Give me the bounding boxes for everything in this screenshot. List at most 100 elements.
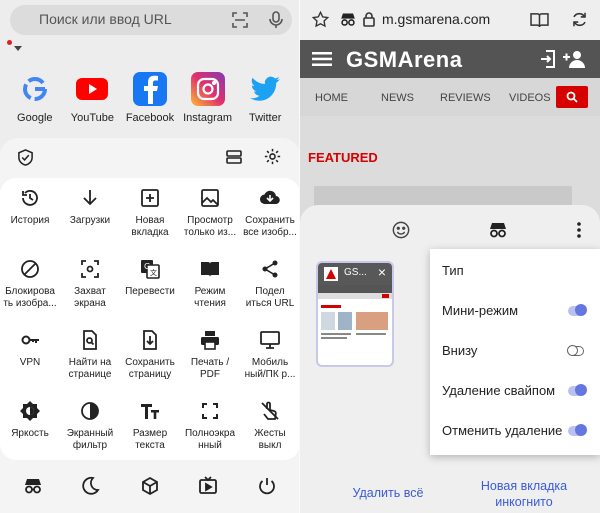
shortcut-label: Twitter: [248, 112, 282, 124]
menu-translate[interactable]: G文 Перевести: [120, 249, 180, 319]
fullscreen-icon: [202, 403, 218, 419]
menu-save-page[interactable]: Сохранить страницу: [120, 320, 180, 390]
print-icon: [201, 331, 219, 350]
hamburger-menu-icon[interactable]: [312, 52, 332, 66]
menu-item-bottom[interactable]: Внизу: [442, 343, 477, 358]
shortcut-facebook[interactable]: Facebook: [121, 72, 179, 124]
featured-heading: FEATURED: [308, 150, 378, 165]
menu-downloads[interactable]: Загрузки: [60, 178, 120, 248]
menu-new-tab[interactable]: Новая вкладка: [120, 178, 180, 248]
menu-screenshot[interactable]: Захват экрана: [60, 249, 120, 319]
login-icon[interactable]: [540, 50, 556, 68]
menu-label: Размер текста: [132, 428, 168, 451]
tabs-layout-icon[interactable]: [226, 149, 242, 165]
menu-desktop-mode[interactable]: Мобиль ный/ПК р...: [240, 320, 300, 390]
menu-bottom-bar: [0, 470, 300, 506]
svg-text:文: 文: [150, 268, 157, 277]
nav-videos[interactable]: VIDEOS: [509, 92, 551, 104]
text-size-icon: [141, 404, 159, 419]
menu-header: [0, 138, 300, 178]
url-text[interactable]: m.gsmarena.com: [382, 11, 490, 27]
new-incognito-tab-button[interactable]: Новая вкладка инкогнито: [464, 478, 584, 510]
media-player-icon[interactable]: [198, 476, 218, 496]
menu-label: Режим чтения: [194, 286, 226, 309]
site-header: GSMArena: [300, 40, 600, 78]
nav-reviews[interactable]: REVIEWS: [440, 92, 491, 104]
undo-delete-toggle[interactable]: [568, 424, 587, 436]
tab-preview: [318, 285, 392, 339]
reader-mode-icon[interactable]: [530, 12, 549, 28]
shortcut-label: YouTube: [70, 112, 114, 124]
caret-down-icon[interactable]: [14, 46, 22, 51]
nav-news[interactable]: NEWS: [381, 92, 414, 104]
lock-icon: [363, 12, 375, 27]
notification-dot: [7, 40, 12, 45]
menu-view-images-only[interactable]: Просмотр только из...: [180, 178, 240, 248]
youtube-icon: [75, 72, 109, 106]
menu-block-images[interactable]: Блокирова ть изобра...: [0, 249, 60, 319]
menu-item-type[interactable]: Тип: [442, 263, 464, 278]
menu-history[interactable]: История: [0, 178, 60, 248]
menu-vpn[interactable]: VPN: [0, 320, 60, 390]
power-icon[interactable]: [257, 476, 277, 496]
incognito-icon[interactable]: [23, 476, 43, 496]
site-search-button[interactable]: [556, 86, 588, 108]
star-icon[interactable]: [312, 11, 329, 28]
gsmarena-favicon-icon: [324, 267, 338, 281]
bottom-toggle[interactable]: [567, 345, 584, 356]
address-bar-placeholder: Поиск или ввод URL: [39, 11, 172, 27]
smiley-icon[interactable]: [392, 221, 410, 239]
close-all-tabs-button[interactable]: Удалить всё: [328, 486, 448, 500]
menu-text-size[interactable]: Размер текста: [120, 391, 180, 461]
incognito-icon: [341, 13, 355, 26]
shortcut-google[interactable]: Google: [6, 72, 64, 124]
cube-icon[interactable]: [140, 476, 160, 496]
overflow-menu-icon[interactable]: [577, 222, 581, 238]
qr-scan-icon[interactable]: [232, 12, 248, 28]
menu-label: Новая вкладка: [131, 215, 169, 238]
tab-thumbnail[interactable]: GS... ×: [316, 261, 394, 367]
shortcut-label: Google: [17, 112, 53, 124]
shield-icon[interactable]: [17, 149, 34, 166]
tab-card-header: GS... ×: [318, 263, 392, 285]
incognito-icon[interactable]: [487, 220, 509, 240]
mic-icon[interactable]: [268, 11, 284, 29]
menu-screen-filter[interactable]: Экранный фильтр: [60, 391, 120, 461]
menu-save-all-images[interactable]: Сохранить все изобр...: [240, 178, 300, 248]
menu-gestures-off[interactable]: Жесты выкл: [240, 391, 300, 461]
tab-switcher-panel: m.gsmarena.com GSMArena HOME NEWS REVIEW…: [300, 0, 600, 513]
shortcut-youtube[interactable]: YouTube: [64, 72, 122, 124]
add-user-icon[interactable]: [562, 49, 586, 69]
vpn-key-icon: [21, 335, 39, 345]
site-logo[interactable]: GSMArena: [346, 47, 462, 73]
share-icon: [262, 260, 278, 278]
night-mode-icon[interactable]: [80, 476, 100, 496]
menu-label: VPN: [19, 357, 41, 368]
translate-icon: G文: [141, 260, 160, 279]
address-bar[interactable]: Поиск или ввод URL: [10, 5, 292, 35]
download-icon: [83, 190, 97, 206]
menu-item-swipe-delete[interactable]: Удаление свайпом: [442, 383, 555, 398]
menu-share-url[interactable]: Подел иться URL: [240, 249, 300, 319]
menu-label: Жесты выкл: [254, 428, 286, 451]
close-tab-icon[interactable]: ×: [378, 264, 386, 280]
swipe-delete-toggle[interactable]: [568, 384, 587, 396]
menu-reading-mode[interactable]: Режим чтения: [180, 249, 240, 319]
menu-label: Найти на странице: [68, 357, 112, 380]
menu-fullscreen[interactable]: Полноэкра нный: [180, 391, 240, 461]
shortcut-twitter[interactable]: Twitter: [236, 72, 294, 124]
gear-icon[interactable]: [264, 148, 281, 165]
menu-print-pdf[interactable]: Печать / PDF: [180, 320, 240, 390]
menu-item-undo-delete[interactable]: Отменить удаление: [442, 423, 562, 438]
refresh-icon[interactable]: [571, 11, 588, 28]
menu-item-mini-mode[interactable]: Мини-режим: [442, 303, 518, 318]
shortcut-label: Facebook: [125, 112, 175, 124]
nav-home[interactable]: HOME: [315, 92, 348, 104]
instagram-icon: [190, 72, 225, 106]
mini-mode-toggle[interactable]: [568, 304, 587, 316]
brightness-icon: [20, 401, 40, 421]
menu-brightness[interactable]: Яркость: [0, 391, 60, 461]
menu-find-in-page[interactable]: Найти на странице: [60, 320, 120, 390]
new-tab-icon: [141, 189, 159, 207]
shortcut-instagram[interactable]: Instagram: [179, 72, 237, 124]
